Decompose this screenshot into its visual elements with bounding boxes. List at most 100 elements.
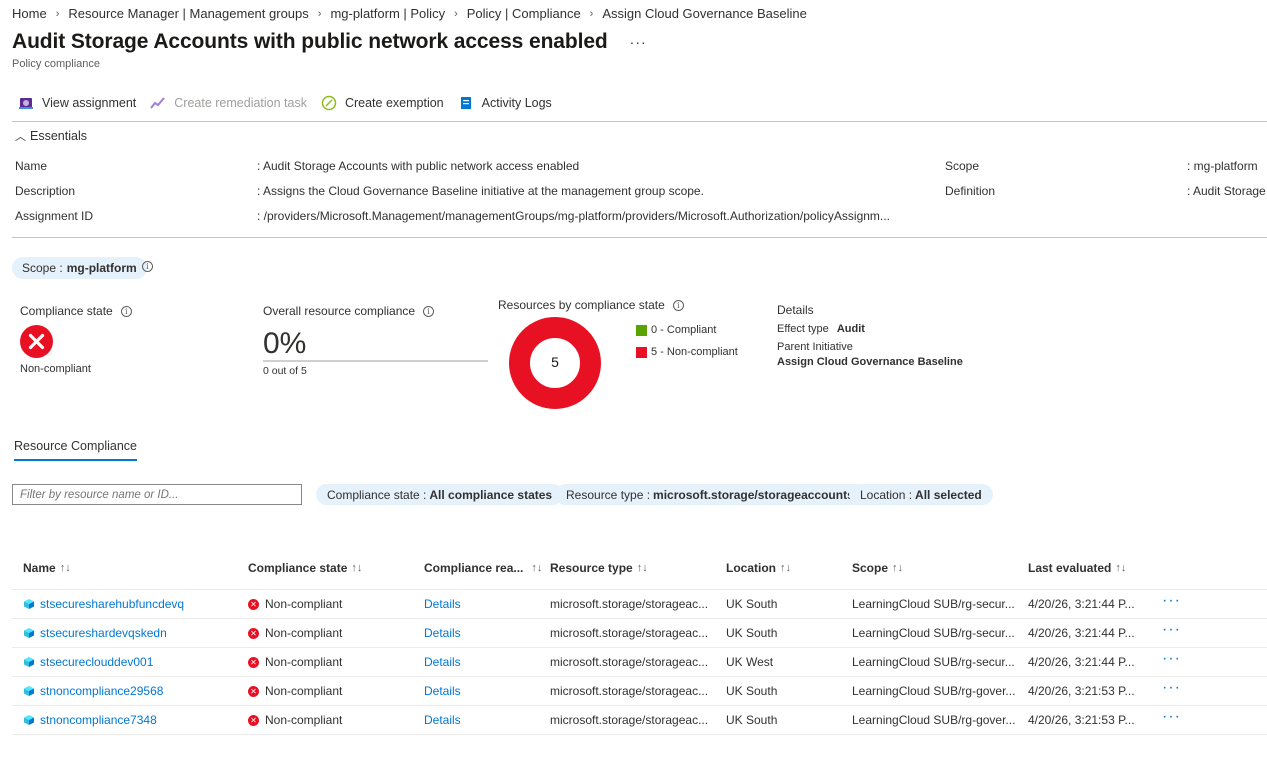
breadcrumb-mg-policy[interactable]: mg-platform | Policy	[330, 6, 445, 21]
compliance-state-text: Non-compliant	[265, 684, 343, 698]
chevron-right-icon: ›	[55, 7, 60, 20]
resource-name-link[interactable]: stsecureshardevqskedn	[24, 626, 167, 640]
breadcrumb-assignment[interactable]: Assign Cloud Governance Baseline	[602, 6, 807, 21]
name-label: Name	[15, 159, 48, 173]
remediation-icon	[150, 95, 166, 111]
compliance-state-filter[interactable]: Compliance state : All compliance states	[316, 484, 564, 505]
chevron-up-icon: ︿	[15, 131, 26, 143]
resource-type-filter[interactable]: Resource type : microsoft.storage/storag…	[555, 484, 865, 505]
parent-initiative-value: Assign Cloud Governance Baseline	[777, 356, 963, 368]
column-header-compliance-state[interactable]: Compliance state ↑↓	[248, 561, 362, 575]
breadcrumb-management-groups[interactable]: Resource Manager | Management groups	[68, 6, 308, 21]
last-evaluated-cell: 4/20/26, 3:21:53 P...	[1028, 684, 1135, 698]
table-row[interactable]: stsecureshardevqskedn ✕ Non-compliant Detai…	[12, 618, 1267, 647]
info-icon[interactable]: i	[142, 261, 153, 272]
breadcrumb-policy-compliance[interactable]: Policy | Compliance	[467, 6, 581, 21]
location-cell: UK South	[726, 626, 778, 640]
row-more-actions-icon[interactable]: ···	[1162, 592, 1181, 610]
compliance-state-text: Non-compliant	[265, 597, 343, 611]
scope-pill-value: mg-platform	[66, 261, 137, 275]
activity-logs-label: Activity Logs	[481, 96, 552, 110]
resource-name-link[interactable]: stsecuresharehubfuncdevq	[24, 597, 184, 611]
more-actions-icon[interactable]: ···	[630, 34, 647, 50]
row-more-actions-icon[interactable]: ···	[1162, 650, 1181, 668]
sort-icon: ↑↓	[59, 562, 71, 574]
column-header-location-text: Location	[726, 561, 776, 575]
scope-cell: LearningCloud SUB/rg-secur...	[852, 626, 1015, 640]
resource-name-link[interactable]: stnoncompliance7348	[24, 713, 157, 727]
storage-account-icon	[24, 715, 34, 725]
resource-name-link[interactable]: stsecureclouddev001	[24, 655, 153, 669]
overall-compliance-percent: 0%	[263, 327, 307, 360]
type-filter-label: Resource type :	[566, 487, 651, 502]
activity-logs-button[interactable]: Activity Logs	[458, 95, 552, 111]
resource-name-text: stnoncompliance29568	[40, 684, 164, 698]
details-link[interactable]: Details	[424, 684, 461, 698]
column-header-name[interactable]: Name ↑↓	[23, 561, 71, 575]
create-exemption-button[interactable]: Create exemption	[321, 95, 444, 111]
column-header-resource-type[interactable]: Resource type ↑↓	[550, 561, 648, 575]
table-row[interactable]: stnoncompliance7348 ✕ Non-compliant Details…	[12, 705, 1267, 734]
resource-name-text: stnoncompliance7348	[40, 713, 157, 727]
table-row[interactable]: stsecuresharehubfuncdevq ✕ Non-compliant De…	[12, 589, 1267, 618]
breadcrumb: Home › Resource Manager | Management gro…	[12, 6, 807, 21]
location-cell: UK West	[726, 655, 774, 669]
view-assignment-button[interactable]: View assignment	[18, 95, 136, 111]
details-title: Details	[777, 303, 814, 317]
column-header-last-evaluated[interactable]: Last evaluated ↑↓	[1028, 561, 1126, 575]
description-label: Description	[15, 184, 76, 198]
name-value: : Audit Storage Accounts with public net…	[257, 159, 580, 173]
location-filter[interactable]: Location : All selected	[849, 484, 993, 505]
details-link[interactable]: Details	[424, 626, 461, 640]
info-icon[interactable]: i	[423, 305, 435, 317]
table-row[interactable]: stsecureclouddev001 ✕ Non-compliant Details…	[12, 647, 1267, 676]
error-icon: ✕	[248, 627, 259, 639]
resource-filter-input[interactable]	[12, 484, 302, 505]
row-more-actions-icon[interactable]: ···	[1162, 621, 1181, 639]
scope-cell: LearningCloud SUB/rg-secur...	[852, 655, 1015, 669]
legend-compliant-text: 0 - Compliant	[651, 324, 717, 336]
divider	[12, 121, 1267, 122]
page-subtitle: Policy compliance	[12, 58, 101, 70]
create-exemption-label: Create exemption	[344, 96, 444, 110]
details-link[interactable]: Details	[424, 655, 461, 669]
column-header-compliance-reason[interactable]: Compliance rea... ↑↓	[424, 561, 542, 575]
column-header-scope[interactable]: Scope ↑↓	[852, 561, 903, 575]
compliance-state-cell: ✕ Non-compliant	[248, 655, 342, 669]
essentials-toggle[interactable]: ︿ Essentials	[15, 128, 87, 144]
column-header-location[interactable]: Location ↑↓	[726, 561, 791, 575]
storage-account-icon	[24, 628, 34, 638]
assignment-icon	[18, 95, 34, 111]
error-icon: ✕	[248, 685, 259, 697]
chevron-right-icon: ›	[454, 7, 458, 20]
resources-by-state-label: Resources by compliance state i	[498, 298, 684, 312]
resource-type-cell: microsoft.storage/storageac...	[550, 626, 709, 640]
create-remediation-button[interactable]: Create remediation task	[150, 95, 307, 111]
resource-name-link[interactable]: stnoncompliance29568	[24, 684, 163, 698]
resource-type-cell: microsoft.storage/storageac...	[550, 597, 709, 611]
page-title: Audit Storage Accounts with public netwo…	[12, 30, 608, 53]
info-icon[interactable]: i	[672, 299, 684, 311]
scope-cell: LearningCloud SUB/rg-gover...	[852, 713, 1016, 727]
effect-type-label: Effect type	[777, 323, 829, 335]
compliance-state-label-text: Compliance state	[20, 304, 113, 318]
breadcrumb-home[interactable]: Home	[12, 6, 47, 21]
effect-type: Effect type Audit	[777, 323, 865, 335]
compliance-state-cell: ✕ Non-compliant	[248, 626, 342, 640]
compliance-state-text: Non-compliant	[265, 655, 343, 669]
details-link[interactable]: Details	[424, 597, 461, 611]
row-more-actions-icon[interactable]: ···	[1162, 679, 1181, 697]
details-link[interactable]: Details	[424, 713, 461, 727]
table-row[interactable]: stnoncompliance29568 ✕ Non-compliant Detail…	[12, 676, 1267, 705]
sort-icon: ↑↓	[1115, 562, 1127, 574]
definition-value[interactable]: : Audit Storage	[1187, 184, 1266, 198]
command-bar: View assignment Create remediation task …	[18, 95, 566, 111]
error-icon: ✕	[248, 714, 259, 726]
tab-resource-compliance[interactable]: Resource Compliance	[14, 439, 137, 461]
info-icon[interactable]: i	[120, 305, 132, 317]
donut-total: 5	[551, 354, 559, 370]
legend-swatch-noncompliant	[636, 346, 647, 358]
storage-account-icon	[24, 686, 34, 696]
column-header-last-evaluated-text: Last evaluated	[1028, 561, 1112, 575]
row-more-actions-icon[interactable]: ···	[1162, 708, 1181, 726]
